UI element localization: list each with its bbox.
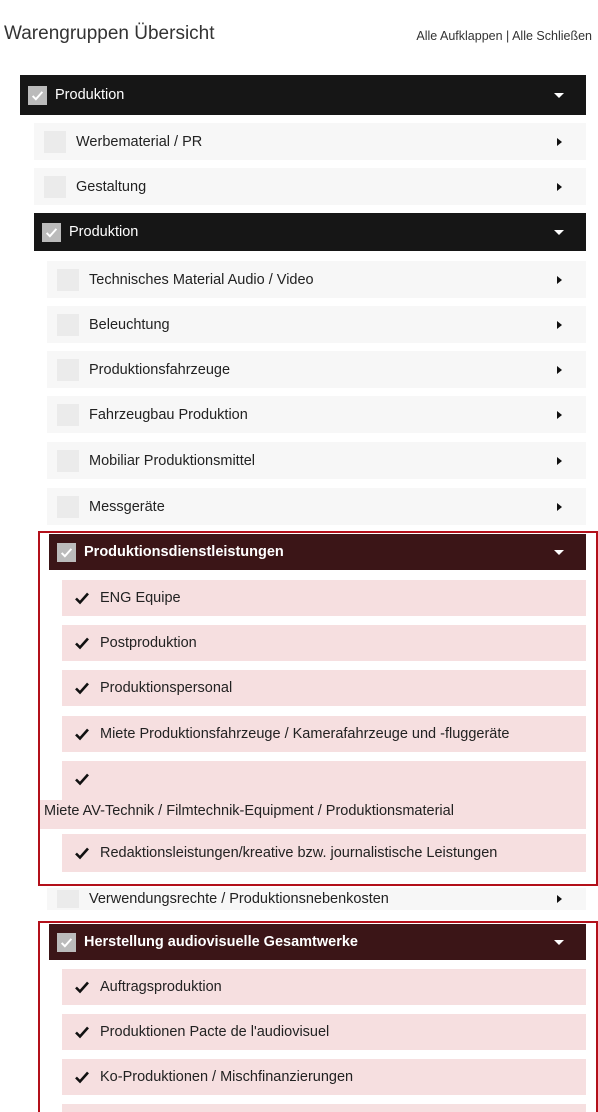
tree-node-mobiliar[interactable]: Mobiliar Produktionsmittel bbox=[47, 442, 586, 479]
checkbox[interactable] bbox=[44, 175, 66, 198]
checkbox[interactable] bbox=[57, 403, 79, 426]
node-label: Beleuchtung bbox=[89, 316, 170, 333]
checkbox[interactable] bbox=[57, 268, 79, 291]
tree-node-sub-produktion[interactable]: Produktion bbox=[34, 213, 586, 251]
page-title: Warengruppen Übersicht bbox=[4, 23, 215, 44]
node-label: Technisches Material Audio / Video bbox=[89, 271, 314, 288]
node-label: Produktionsfahrzeuge bbox=[89, 361, 231, 378]
caret-down-icon[interactable] bbox=[554, 92, 564, 98]
checkbox[interactable] bbox=[57, 495, 79, 518]
node-label: Fahrzeugbau Produktion bbox=[89, 406, 248, 423]
tree-node-technisches-material[interactable]: Technisches Material Audio / Video bbox=[47, 261, 586, 298]
caret-down-icon[interactable] bbox=[554, 229, 564, 235]
node-label: Produktion bbox=[55, 87, 125, 103]
tree-node-messgeraete[interactable]: Messgeräte bbox=[47, 488, 586, 525]
checkbox[interactable] bbox=[28, 85, 47, 105]
caret-right-icon[interactable] bbox=[557, 895, 562, 903]
checkbox[interactable] bbox=[57, 358, 79, 381]
checkmark-icon bbox=[45, 227, 58, 238]
tree-node-root-produktion[interactable]: Produktion bbox=[20, 75, 586, 115]
caret-right-icon[interactable] bbox=[557, 410, 562, 419]
link-separator: | bbox=[506, 29, 510, 43]
header-links: Alle Aufklappen | Alle Schließen bbox=[416, 29, 592, 43]
node-label: Werbematerial / PR bbox=[76, 133, 203, 150]
node-label: Produktion bbox=[69, 224, 139, 240]
checkmark-icon bbox=[31, 90, 44, 101]
expand-all-link[interactable]: Alle Aufklappen bbox=[416, 29, 502, 43]
tree-node-fahrzeugbau[interactable]: Fahrzeugbau Produktion bbox=[47, 396, 586, 433]
tree-node-gestaltung[interactable]: Gestaltung bbox=[34, 168, 586, 205]
checkbox[interactable] bbox=[44, 130, 66, 153]
node-label: Gestaltung bbox=[76, 178, 147, 195]
caret-right-icon[interactable] bbox=[557, 182, 562, 191]
node-label: Mobiliar Produktionsmittel bbox=[89, 452, 256, 469]
caret-right-icon[interactable] bbox=[557, 137, 562, 146]
caret-right-icon[interactable] bbox=[557, 275, 562, 284]
caret-right-icon[interactable] bbox=[557, 502, 562, 511]
checkbox[interactable] bbox=[42, 222, 61, 242]
caret-right-icon[interactable] bbox=[557, 320, 562, 329]
collapse-all-link[interactable]: Alle Schließen bbox=[512, 29, 592, 43]
caret-right-icon[interactable] bbox=[557, 365, 562, 374]
highlight-box bbox=[38, 531, 598, 886]
node-label: Verwendungsrechte / Produktionsnebenkost… bbox=[89, 891, 389, 907]
panel-header: Warengruppen Übersicht Alle Aufklappen |… bbox=[0, 0, 598, 75]
highlight-box bbox=[38, 921, 598, 1112]
checkbox[interactable] bbox=[57, 449, 79, 472]
tree-node-produktionsfahrzeuge[interactable]: Produktionsfahrzeuge bbox=[47, 351, 586, 388]
checkbox[interactable] bbox=[57, 313, 79, 336]
node-label: Messgeräte bbox=[89, 498, 165, 515]
tree-node-verwendungsrechte[interactable]: Verwendungsrechte / Produktionsnebenkost… bbox=[47, 888, 586, 910]
tree-node-werbematerial[interactable]: Werbematerial / PR bbox=[34, 123, 586, 160]
tree-node-beleuchtung[interactable]: Beleuchtung bbox=[47, 306, 586, 343]
checkbox[interactable] bbox=[57, 890, 79, 908]
caret-right-icon[interactable] bbox=[557, 456, 562, 465]
